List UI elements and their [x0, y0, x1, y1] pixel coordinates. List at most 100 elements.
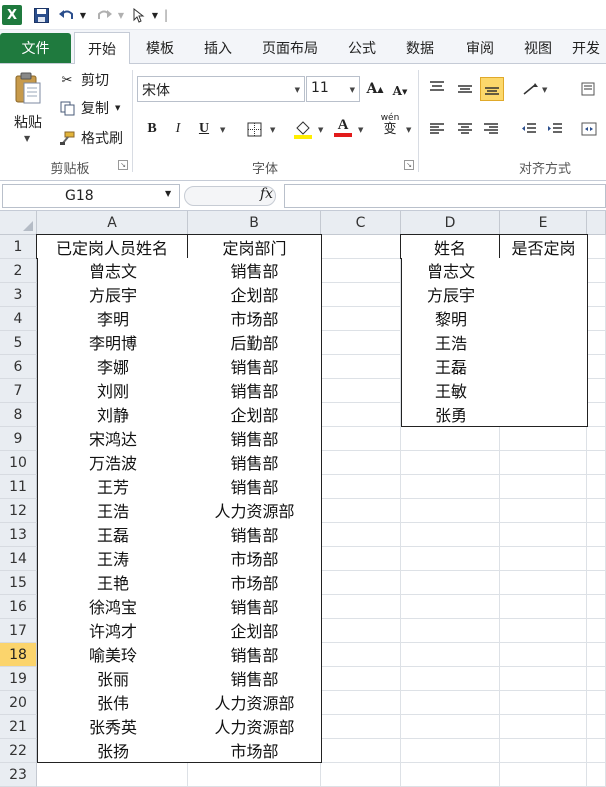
table-cell[interactable]: 李明 — [37, 306, 189, 331]
table-cell[interactable]: 销售部 — [188, 522, 322, 547]
font-launcher-icon[interactable]: ↘ — [404, 160, 414, 170]
insert-function-icon[interactable]: fx — [260, 186, 273, 202]
cell[interactable] — [587, 739, 606, 763]
column-header-e[interactable]: E — [500, 211, 587, 235]
copy-dropdown-icon[interactable]: ▼ — [115, 104, 120, 112]
cell[interactable] — [587, 355, 606, 379]
row-header-10[interactable]: 10 — [0, 451, 37, 475]
table-cell[interactable] — [500, 402, 588, 427]
row-header-22[interactable]: 22 — [0, 739, 37, 763]
table-cell[interactable] — [500, 378, 588, 403]
cell[interactable] — [321, 499, 401, 523]
table-cell[interactable]: 许鸿才 — [37, 618, 189, 643]
row-header-12[interactable]: 12 — [0, 499, 37, 523]
cell[interactable] — [401, 691, 500, 715]
row-header-4[interactable]: 4 — [0, 307, 37, 331]
cell[interactable] — [587, 643, 606, 667]
table-cell[interactable]: 王浩 — [37, 498, 189, 523]
cell[interactable] — [401, 667, 500, 691]
cell[interactable] — [321, 619, 401, 643]
formula-input[interactable] — [284, 184, 606, 208]
table-cell[interactable] — [500, 330, 588, 355]
column-header-b[interactable]: B — [188, 211, 321, 235]
cell[interactable] — [321, 643, 401, 667]
cell[interactable] — [401, 523, 500, 547]
border-button[interactable] — [244, 118, 264, 140]
cell[interactable] — [401, 715, 500, 739]
table-cell[interactable]: 市场部 — [188, 738, 322, 763]
cell[interactable] — [401, 499, 500, 523]
table-cell[interactable]: 张勇 — [401, 402, 501, 427]
worksheet-grid[interactable]: A B C D E 1 2 3 4 5 6 7 8 9 10 11 12 13 14 15 16 17 18 19 20 21 22… — [0, 211, 606, 787]
row-header-14[interactable]: 14 — [0, 547, 37, 571]
align-bottom-button[interactable] — [480, 77, 504, 101]
table-cell[interactable]: 李娜 — [37, 354, 189, 379]
tab-data[interactable]: 数据 — [394, 32, 446, 63]
table-header-cell[interactable]: 已定岗人员姓名 — [36, 234, 188, 259]
table-cell[interactable]: 销售部 — [188, 426, 322, 451]
font-name-dropdown-icon[interactable]: ▼ — [295, 86, 300, 94]
cell[interactable] — [321, 451, 401, 475]
cell[interactable] — [587, 403, 606, 427]
cell[interactable] — [587, 715, 606, 739]
table-cell[interactable]: 喻美玲 — [37, 642, 189, 667]
cell[interactable] — [401, 595, 500, 619]
table-cell[interactable]: 方辰宇 — [401, 282, 501, 307]
table-cell[interactable]: 刘刚 — [37, 378, 189, 403]
cell[interactable] — [401, 451, 500, 475]
cell[interactable] — [321, 331, 401, 355]
table-cell[interactable]: 销售部 — [188, 666, 322, 691]
row-header-6[interactable]: 6 — [0, 355, 37, 379]
row-header-2[interactable]: 2 — [0, 259, 37, 283]
decrease-indent-button[interactable] — [518, 118, 540, 140]
row-header-1[interactable]: 1 — [0, 235, 37, 259]
column-header-d[interactable]: D — [401, 211, 500, 235]
cell[interactable] — [587, 667, 606, 691]
cell[interactable] — [500, 523, 587, 547]
tab-home[interactable]: 开始 — [74, 32, 130, 65]
table-cell[interactable] — [500, 258, 588, 283]
table-cell[interactable]: 李明博 — [37, 330, 189, 355]
column-header-c[interactable]: C — [321, 211, 401, 235]
table-cell[interactable]: 曾志文 — [37, 258, 189, 283]
cell[interactable] — [500, 451, 587, 475]
cell[interactable] — [500, 475, 587, 499]
border-dropdown-icon[interactable]: ▼ — [270, 126, 275, 134]
row-header-16[interactable]: 16 — [0, 595, 37, 619]
pointer-icon[interactable] — [132, 4, 146, 26]
table-cell[interactable]: 黎明 — [401, 306, 501, 331]
table-cell[interactable]: 销售部 — [188, 378, 322, 403]
table-cell[interactable]: 销售部 — [188, 642, 322, 667]
cell[interactable] — [321, 523, 401, 547]
table-cell[interactable] — [500, 306, 588, 331]
undo-dropdown-icon[interactable]: ▼ — [78, 4, 88, 26]
cell[interactable] — [500, 667, 587, 691]
align-left-button[interactable] — [426, 118, 448, 140]
underline-button[interactable]: U — [195, 118, 213, 140]
table-cell[interactable]: 万浩波 — [37, 450, 189, 475]
cell[interactable] — [500, 499, 587, 523]
row-header-9[interactable]: 9 — [0, 427, 37, 451]
table-cell[interactable]: 销售部 — [188, 450, 322, 475]
tab-page-layout[interactable]: 页面布局 — [252, 32, 328, 63]
table-cell[interactable]: 王浩 — [401, 330, 501, 355]
table-cell[interactable]: 张丽 — [37, 666, 189, 691]
table-cell[interactable]: 人力资源部 — [188, 714, 322, 739]
pointer-dropdown-icon[interactable]: ▼ — [150, 4, 160, 26]
table-cell[interactable]: 曾志文 — [401, 258, 501, 283]
cell[interactable] — [401, 739, 500, 763]
cell[interactable] — [587, 475, 606, 499]
italic-button[interactable]: I — [169, 118, 187, 140]
cell[interactable] — [188, 763, 321, 787]
table-cell[interactable]: 人力资源部 — [188, 498, 322, 523]
table-header-cell[interactable]: 定岗部门 — [188, 234, 322, 259]
row-header-21[interactable]: 21 — [0, 715, 37, 739]
cell[interactable] — [587, 547, 606, 571]
cell[interactable] — [401, 475, 500, 499]
font-color-dropdown-icon[interactable]: ▼ — [358, 126, 363, 134]
save-icon[interactable] — [32, 4, 50, 26]
cell[interactable] — [587, 451, 606, 475]
align-center-button[interactable] — [454, 118, 476, 140]
cell[interactable] — [37, 763, 188, 787]
row-header-5[interactable]: 5 — [0, 331, 37, 355]
